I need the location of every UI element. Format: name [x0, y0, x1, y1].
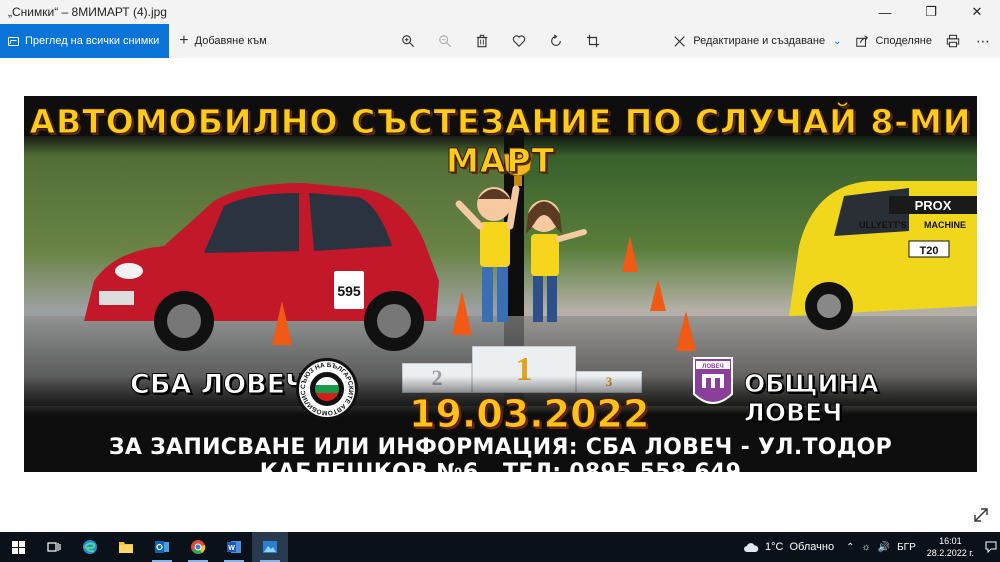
start-button[interactable]: [0, 532, 36, 562]
chrome-button[interactable]: [180, 532, 216, 562]
clock[interactable]: 16:01 28.2.2022 г.: [927, 535, 974, 559]
photo-viewer-image: 595 PROX ULLYETT'S MACHINE T20 1 АВТОМОБ…: [24, 96, 977, 472]
print-icon: [946, 34, 960, 48]
svg-text:W: W: [228, 545, 235, 552]
crop-icon: [586, 34, 600, 48]
outlook-button[interactable]: [144, 532, 180, 562]
add-to-button[interactable]: + Добавяне към: [179, 33, 266, 49]
weather-desc: Облачно: [789, 541, 835, 553]
word-icon: W: [227, 541, 241, 553]
favorite-button[interactable]: [507, 29, 531, 53]
plus-icon: +: [179, 32, 189, 49]
share-icon: [856, 35, 869, 47]
traffic-cone: [650, 279, 666, 311]
delete-button[interactable]: [470, 29, 494, 53]
yellow-race-car: PROX ULLYETT'S MACHINE T20: [789, 181, 977, 330]
zoom-in-icon: [402, 35, 415, 48]
clock-date: 28.2.2022 г.: [926, 548, 974, 558]
word-button[interactable]: W: [216, 532, 252, 562]
image-tools: [396, 24, 605, 58]
maximize-button[interactable]: ❐: [908, 0, 954, 24]
crop-button[interactable]: [581, 29, 605, 53]
car-plate: T20: [920, 245, 939, 257]
outlook-icon: [155, 541, 169, 553]
photos-icon: [263, 541, 277, 553]
share-label: Споделяне: [875, 35, 932, 47]
right-tools: Редактиране и създаване ⌄ Споделяне: [673, 24, 960, 58]
edge-button[interactable]: [72, 532, 108, 562]
municipality-lovech-label: ОБЩИНА ЛОВЕЧ: [744, 369, 880, 428]
edge-icon: [83, 540, 97, 554]
lovech-coat-of-arms: ЛОВЕЧ: [693, 357, 733, 404]
crest-label: ЛОВЕЧ: [702, 364, 723, 370]
file-explorer-button[interactable]: [108, 532, 144, 562]
cloud-icon: [744, 542, 759, 552]
view-all-label: Преглед на всички снимки: [25, 35, 160, 47]
zoom-out-button[interactable]: [433, 29, 457, 53]
edit-create-icon: [674, 36, 686, 47]
rotate-button[interactable]: [544, 29, 568, 53]
photos-button[interactable]: [252, 532, 288, 562]
more-options-button[interactable]: ⋯: [976, 24, 990, 58]
traffic-cone: [622, 236, 638, 272]
notifications-button[interactable]: [982, 532, 1000, 562]
event-date: 19.03.2022: [408, 392, 650, 437]
show-hidden-icons[interactable]: ⌃: [846, 542, 854, 553]
start-icon: [11, 540, 25, 554]
gallery-icon: [8, 36, 19, 46]
weather-temp: 1°C: [765, 541, 784, 553]
weather-widget[interactable]: 1°C Облачно: [743, 541, 834, 553]
edit-create-button[interactable]: Редактиране и създаване ⌄: [673, 34, 841, 48]
minimize-button[interactable]: —: [862, 0, 908, 24]
car-number: 595: [337, 283, 361, 299]
registration-info: ЗА ЗАПИСВАНЕ ИЛИ ИНФОРМАЦИЯ: СБА ЛОВЕЧ -…: [108, 435, 893, 472]
sba-emblem: СЪЮЗ НА БЪЛГАРСКИТЕ АВТОМОБИЛИСТИ: [296, 358, 358, 420]
fullscreen-icon[interactable]: [972, 506, 990, 524]
title-bar: „Снимки“ – 8МИМАРТ (4).jpg — ❐ ✕: [0, 0, 1000, 24]
share-button[interactable]: Споделяне: [855, 34, 932, 48]
zoom-in-button[interactable]: [396, 29, 420, 53]
volume-icon[interactable]: 🔊: [878, 542, 890, 553]
delete-icon: [476, 34, 488, 48]
task-view-button[interactable]: [36, 532, 72, 562]
traffic-cone: [272, 301, 292, 345]
bulgarian-flag-steering-wheel: [310, 372, 344, 406]
taskbar: W 1°C Облачно ⌃ ☼ 🔊 БГР 16:01 28.2.2022 …: [0, 532, 1000, 562]
car-sticker-2: MACHINE: [924, 220, 966, 230]
poster-headline: АВТОМОБИЛНО СЪСТЕЗАНИЕ ПО СЛУЧАЙ 8-МИ МА…: [29, 102, 972, 181]
clock-time: 16:01: [939, 536, 962, 546]
rotate-icon: [551, 34, 561, 46]
edit-create-label: Редактиране и създаване: [693, 35, 826, 47]
car-sticker-top: PROX: [915, 198, 952, 213]
favorite-icon: [512, 35, 526, 48]
window-title: „Снимки“ – 8МИМАРТ (4).jpg: [8, 5, 167, 19]
zoom-out-icon: [439, 35, 452, 48]
view-all-photos-button[interactable]: Преглед на всички снимки: [0, 24, 170, 58]
file-explorer-icon: [119, 542, 133, 553]
print-button[interactable]: [946, 34, 960, 48]
more-icon: ⋯: [976, 32, 990, 49]
car-sticker: ULLYETT'S: [859, 220, 907, 230]
sba-lovech-label: СБА ЛОВЕЧ: [130, 369, 308, 401]
language-indicator[interactable]: БГР: [897, 542, 916, 553]
chrome-icon: [191, 540, 206, 555]
red-race-car: 595: [84, 183, 439, 351]
network-icon[interactable]: ☼: [861, 542, 870, 553]
chevron-down-icon: ⌄: [833, 35, 842, 47]
task-view-icon: [47, 542, 61, 552]
close-button[interactable]: ✕: [954, 0, 1000, 24]
system-tray: 1°C Облачно ⌃ ☼ 🔊 БГР 16:01 28.2.2022 г.: [743, 532, 1000, 562]
notification-icon: [985, 541, 997, 553]
traffic-cone: [676, 311, 696, 351]
toolbar: Преглед на всички снимки + Добавяне към …: [0, 24, 1000, 58]
add-to-label: Добавяне към: [194, 35, 267, 47]
